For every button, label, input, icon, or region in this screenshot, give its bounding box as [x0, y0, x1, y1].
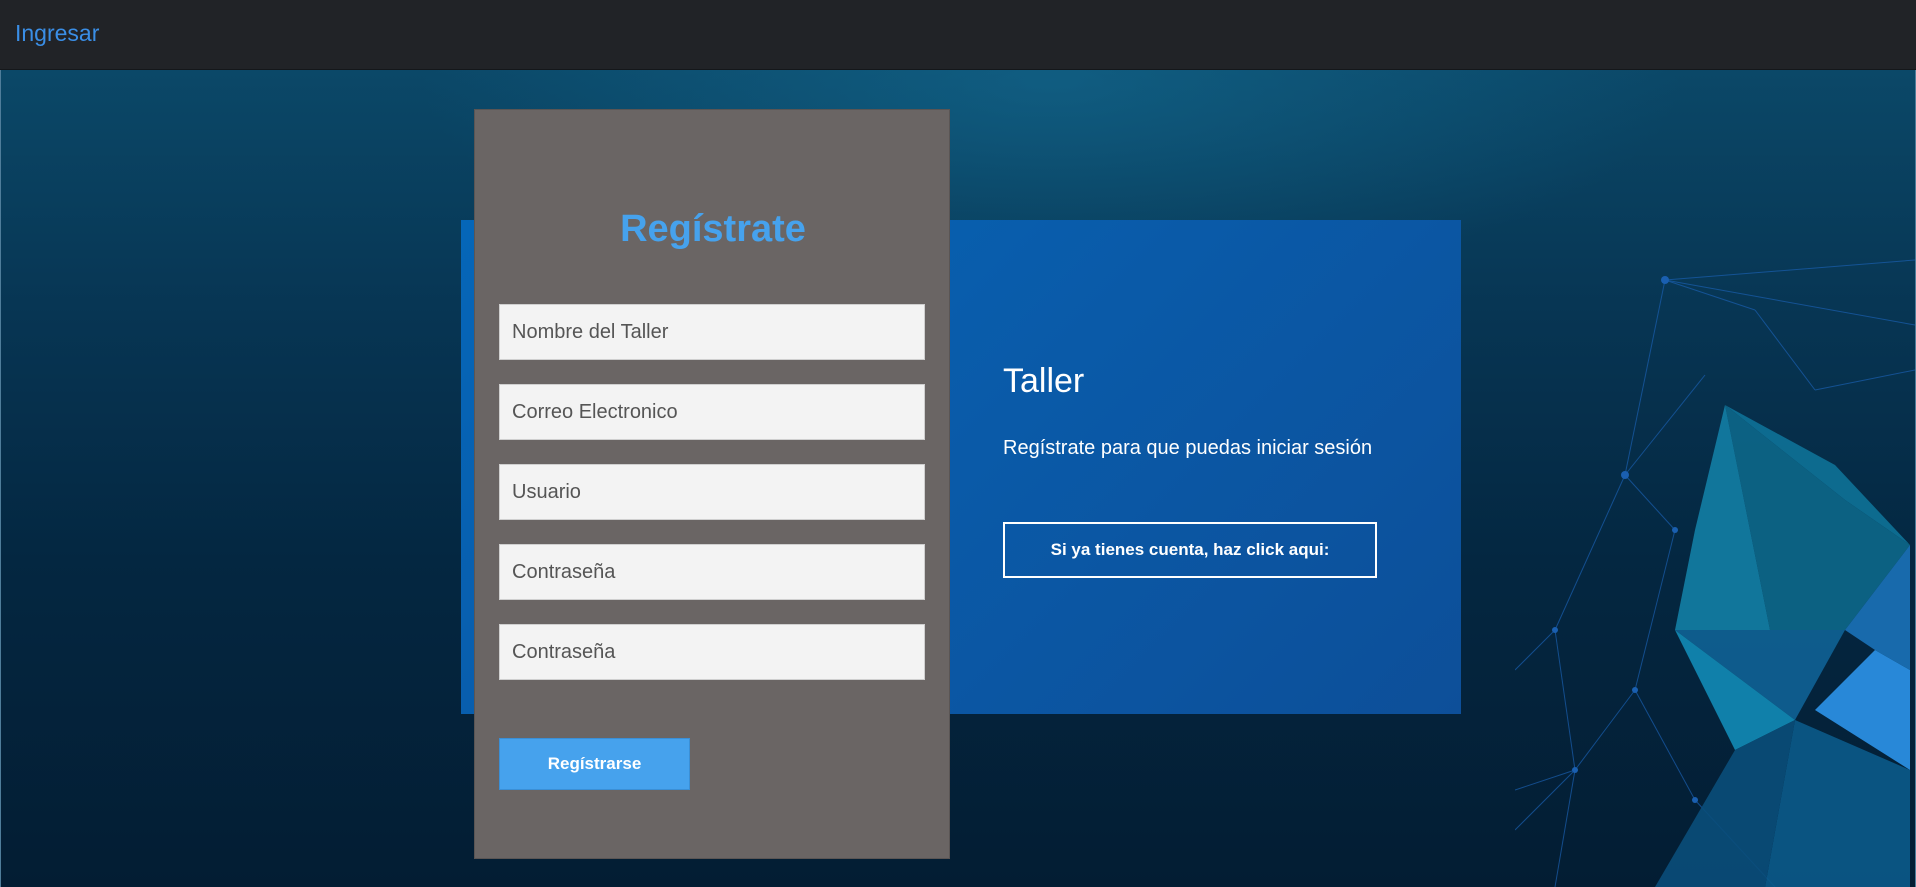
go-to-login-button[interactable]: Si ya tienes cuenta, haz click aqui:	[1003, 522, 1377, 578]
username-input[interactable]	[499, 464, 925, 520]
network-polygon-decoration	[1515, 259, 1915, 887]
confirm-password-input[interactable]	[499, 624, 925, 680]
navbar: Ingresar	[0, 0, 1916, 70]
info-title: Taller	[1003, 362, 1085, 400]
password-input[interactable]	[499, 544, 925, 600]
register-title: Regístrate	[620, 208, 806, 250]
info-subtitle: Regístrate para que puedas iniciar sesió…	[1003, 437, 1373, 459]
email-input[interactable]	[499, 384, 925, 440]
register-form-card: Regístrate Regístrarse	[474, 109, 950, 859]
workshop-name-input[interactable]	[499, 304, 925, 360]
register-button[interactable]: Regístrarse	[499, 738, 690, 790]
nav-login-link[interactable]: Ingresar	[15, 20, 99, 47]
main-background: Taller Regístrate para que puedas inicia…	[0, 70, 1916, 887]
